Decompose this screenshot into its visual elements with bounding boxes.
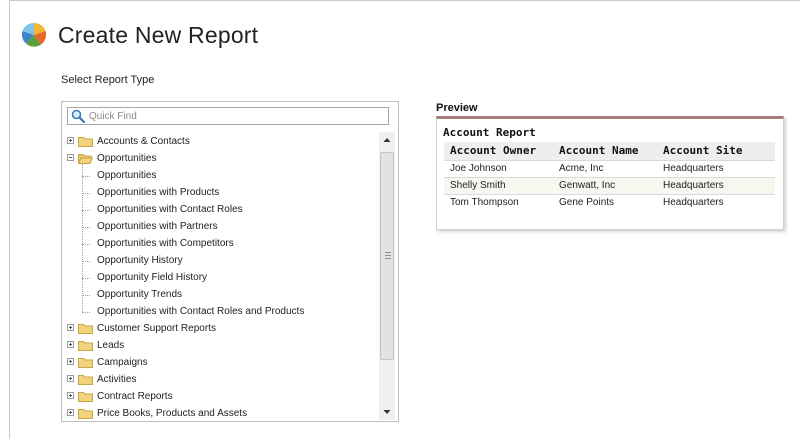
tree-connector (82, 295, 90, 296)
table-cell: Gene Points (559, 197, 615, 208)
folder-icon (78, 408, 93, 419)
tree-connector (82, 164, 83, 312)
tree-folder-label: Accounts & Contacts (97, 136, 190, 147)
table-cell: Headquarters (663, 180, 724, 191)
scroll-thumb[interactable] (380, 152, 394, 360)
report-type-tree: Accounts & Contacts Opportunities Opportun… (62, 132, 376, 421)
report-type-item[interactable]: Opportunities with Products (97, 184, 219, 201)
report-type-tree-panel: Accounts & ContactsOpportunitiesOpportun… (61, 101, 399, 422)
column-header: Account Site (663, 144, 743, 157)
folder-open-icon (77, 153, 94, 164)
thumb-grip-line (385, 255, 391, 256)
report-title: Account Report (443, 126, 536, 139)
report-type-item[interactable]: Opportunities with Competitors (97, 235, 234, 252)
tree-folder-label: Contract Reports (97, 391, 173, 402)
table-cell: Genwatt, Inc (559, 180, 616, 191)
tree-connector (82, 244, 90, 245)
preview-table-header: Account Owner Account Name Account Site (444, 142, 775, 160)
table-cell: Headquarters (663, 163, 724, 174)
tree-folder-label: Campaigns (97, 357, 148, 368)
page-title: Create New Report (58, 22, 259, 48)
tree-connector (82, 210, 90, 211)
expand-icon[interactable] (67, 341, 74, 348)
tree-connector (82, 261, 90, 262)
table-cell: Headquarters (663, 197, 724, 208)
table-row: Joe Johnson Acme, Inc Headquarters (444, 160, 775, 177)
report-type-item[interactable]: Opportunity History (97, 252, 183, 269)
thumb-grip-line (385, 252, 391, 253)
tree-folder-label: Activities (97, 374, 137, 385)
report-type-item[interactable]: Opportunity Trends (97, 286, 182, 303)
folder-icon (78, 323, 93, 334)
expand-icon[interactable] (67, 409, 74, 416)
report-logo-icon (21, 22, 47, 47)
table-cell: Joe Johnson (450, 163, 507, 174)
table-cell: Acme, Inc (559, 163, 604, 174)
folder-icon (78, 391, 93, 402)
tree-scrollbar[interactable] (379, 132, 395, 420)
thumb-grip-line (385, 258, 391, 259)
column-header: Account Owner (450, 144, 537, 157)
scroll-up-arrow-icon[interactable] (379, 132, 395, 148)
report-type-item[interactable]: Opportunity Field History (97, 269, 207, 286)
tree-folder-label: Opportunities (97, 153, 157, 164)
tree-folder-label: Price Books, Products and Assets (97, 408, 248, 419)
tree-connector (82, 312, 90, 313)
table-row: Tom Thompson Gene Points Headquarters (444, 194, 775, 211)
table-cell: Shelly Smith (450, 180, 506, 191)
column-header: Account Name (559, 144, 639, 157)
folder-icon (78, 340, 93, 351)
folder-icon (78, 357, 93, 368)
report-type-item[interactable]: Opportunities with Contact Roles (97, 201, 243, 218)
tree-connector (82, 278, 90, 279)
preview-box: Account Report Account Owner Account Nam… (436, 116, 784, 230)
expand-icon[interactable] (67, 324, 74, 331)
magnifier-icon (71, 109, 85, 123)
expand-icon[interactable] (67, 392, 74, 399)
expand-icon[interactable] (67, 375, 74, 382)
folder-icon (78, 374, 93, 385)
table-cell: Tom Thompson (450, 197, 519, 208)
preview-heading: Preview (436, 102, 478, 114)
table-row: Shelly Smith Genwatt, Inc Headquarters (444, 177, 775, 194)
select-report-type-label: Select Report Type (61, 74, 155, 86)
expand-icon[interactable] (67, 358, 74, 365)
tree-connector (82, 227, 90, 228)
tree-folder-label: Leads (97, 340, 125, 351)
collapse-icon[interactable] (67, 154, 74, 161)
report-type-item[interactable]: Opportunities with Contact Roles and Pro… (97, 303, 304, 320)
tree-connector (82, 193, 90, 194)
tree-connector (82, 176, 90, 177)
tree-folder-label: Customer Support Reports (97, 323, 216, 334)
folder-icon (78, 136, 93, 147)
report-type-item[interactable]: Opportunities (97, 167, 156, 184)
scroll-down-arrow-icon[interactable] (379, 404, 395, 420)
quick-find-box[interactable] (67, 107, 389, 125)
quick-find-input[interactable] (89, 109, 385, 123)
report-type-item[interactable]: Opportunities with Partners (97, 218, 218, 235)
expand-icon[interactable] (67, 137, 74, 144)
